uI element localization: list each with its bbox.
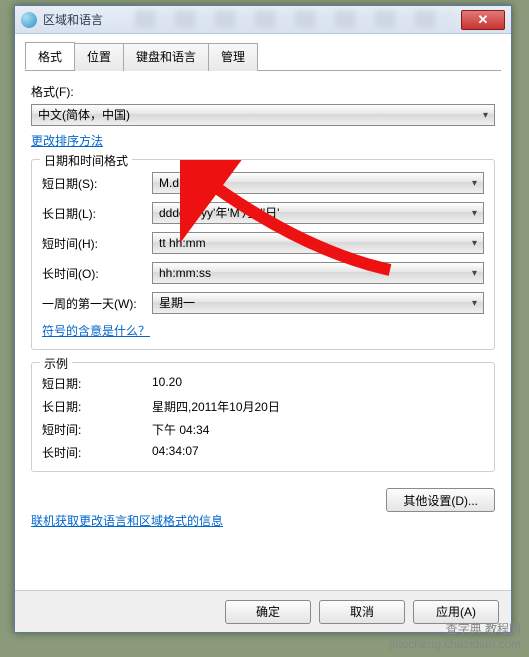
long-time-label: 长时间(O): <box>42 265 152 282</box>
long-time-dropdown[interactable]: hh:mm:ss <box>152 262 484 284</box>
long-date-label: 长日期(L): <box>42 205 152 222</box>
tab-keyboard-language[interactable]: 键盘和语言 <box>123 43 209 71</box>
tabstrip: 格式 位置 键盘和语言 管理 <box>25 42 501 71</box>
ex-long-time-value: 04:34:07 <box>152 444 199 461</box>
datetime-format-group: 日期和时间格式 短日期(S): M.d 长日期(L): dddd,yyyy'年'… <box>31 159 495 350</box>
short-time-value: tt hh:mm <box>159 236 206 250</box>
long-date-value: dddd,yyyy'年'M'月'd'日' <box>159 206 279 220</box>
other-settings-button[interactable]: 其他设置(D)... <box>386 488 495 512</box>
tab-admin[interactable]: 管理 <box>208 43 258 71</box>
ex-short-time-value: 下午 04:34 <box>152 421 209 438</box>
close-button[interactable]: ✕ <box>461 10 505 30</box>
short-date-label: 短日期(S): <box>42 175 152 192</box>
online-info-link[interactable]: 联机获取更改语言和区域格式的信息 <box>31 514 223 528</box>
format-dropdown[interactable]: 中文(简体，中国) <box>31 104 495 126</box>
titlebar-blur <box>135 10 455 28</box>
format-label: 格式(F): <box>31 83 495 100</box>
ex-long-date-value: 星期四,2011年10月20日 <box>152 398 280 415</box>
first-day-label: 一周的第一天(W): <box>42 295 152 312</box>
watermark: 查字典 教程网 jiaocheng.chazidian.com <box>390 620 521 651</box>
first-day-value: 星期一 <box>159 296 195 310</box>
long-date-dropdown[interactable]: dddd,yyyy'年'M'月'd'日' <box>152 202 484 224</box>
ex-short-date-label: 短日期: <box>42 375 152 392</box>
short-time-label: 短时间(H): <box>42 235 152 252</box>
short-date-value: M.d <box>159 176 179 190</box>
change-sort-link[interactable]: 更改排序方法 <box>31 134 103 148</box>
window-title: 区域和语言 <box>43 11 103 28</box>
ex-long-date-label: 长日期: <box>42 398 152 415</box>
tab-format[interactable]: 格式 <box>25 42 75 70</box>
long-time-value: hh:mm:ss <box>159 266 211 280</box>
short-date-dropdown[interactable]: M.d <box>152 172 484 194</box>
ex-short-date-value: 10.20 <box>152 375 182 392</box>
tab-location[interactable]: 位置 <box>74 43 124 71</box>
short-time-dropdown[interactable]: tt hh:mm <box>152 232 484 254</box>
format-value: 中文(简体，中国) <box>38 108 130 122</box>
globe-icon <box>21 12 37 28</box>
ok-button[interactable]: 确定 <box>225 600 311 624</box>
dialog-content: 格式 位置 键盘和语言 管理 格式(F): 中文(简体，中国) 更改排序方法 日… <box>15 34 511 537</box>
dialog-window: 区域和语言 ✕ 格式 位置 键盘和语言 管理 格式(F): 中文(简体，中国) … <box>14 5 512 633</box>
first-day-dropdown[interactable]: 星期一 <box>152 292 484 314</box>
form-area: 格式(F): 中文(简体，中国) 更改排序方法 日期和时间格式 短日期(S): … <box>25 83 501 529</box>
examples-group: 示例 短日期: 10.20 长日期: 星期四,2011年10月20日 短时间: … <box>31 362 495 472</box>
symbol-meaning-link[interactable]: 符号的含意是什么？ <box>42 324 150 338</box>
datetime-group-title: 日期和时间格式 <box>40 152 132 169</box>
ex-long-time-label: 长时间: <box>42 444 152 461</box>
ex-short-time-label: 短时间: <box>42 421 152 438</box>
examples-title: 示例 <box>40 355 72 372</box>
titlebar: 区域和语言 ✕ <box>15 6 511 34</box>
